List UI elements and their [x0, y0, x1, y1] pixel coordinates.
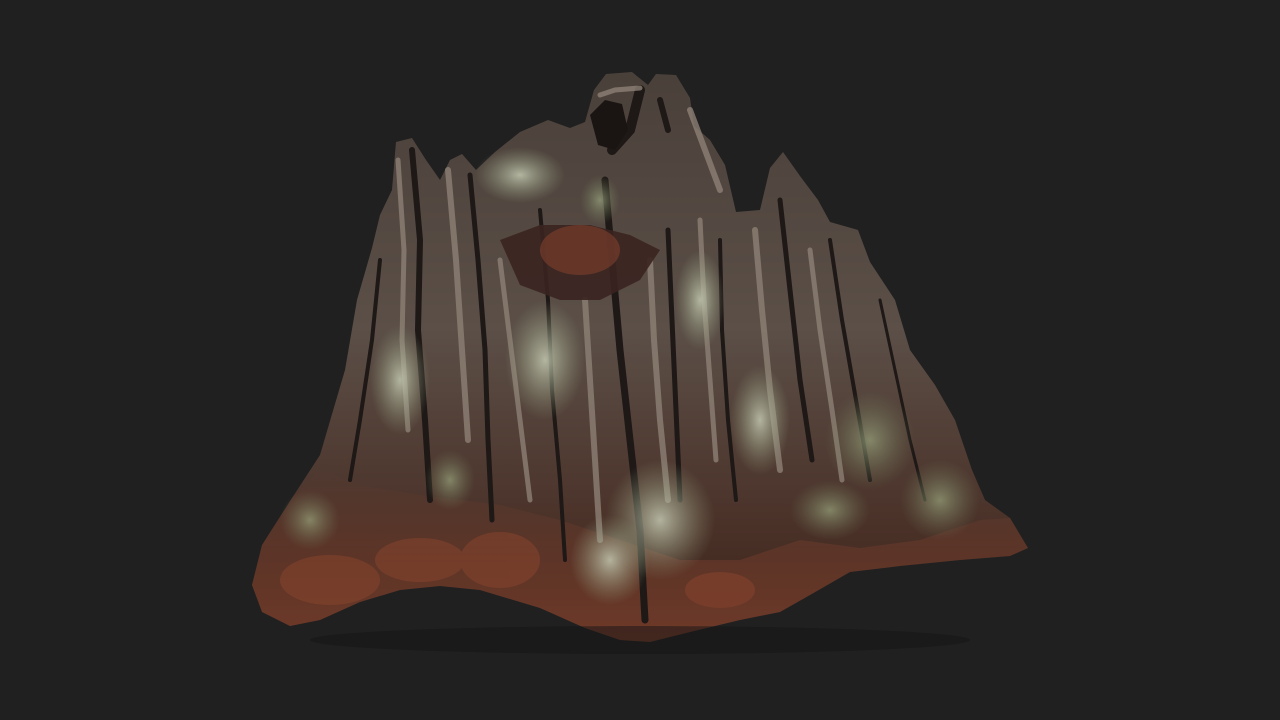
viewport — [0, 0, 1280, 720]
ground-shadow — [310, 626, 970, 654]
tree-stump-render — [252, 72, 1028, 654]
